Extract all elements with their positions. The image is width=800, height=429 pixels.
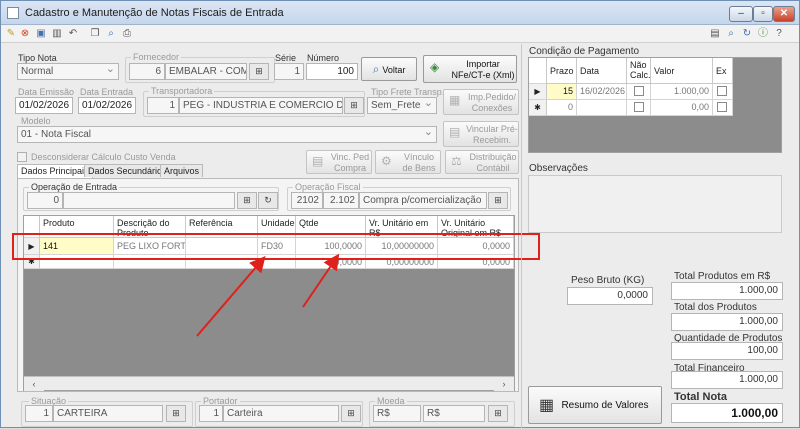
quantidade-produtos-field: 100,00 [671, 342, 783, 360]
pagamento-grid: Prazo Data Não Calc. Valor Ex ▶ 15 16/02… [528, 57, 782, 153]
cell-nao-calc [627, 84, 651, 100]
total-produtos-rs-field: 1.000,00 [671, 282, 783, 300]
total-financeiro-field: 1.000,00 [671, 371, 783, 389]
col-header-nao-calc[interactable]: Não Calc. [627, 58, 651, 84]
main-window: Cadastro e Manutenção de Notas Fiscais d… [0, 0, 800, 428]
cell-ex [713, 84, 733, 100]
arrow-to-unidade [196, 255, 266, 337]
pag-row-current-icon: ▶ [529, 84, 547, 100]
peso-bruto-label: Peso Bruto (KG) [571, 275, 645, 286]
col-header-data[interactable]: Data [577, 58, 627, 84]
total-dos-produtos-field: 1.000,00 [671, 313, 783, 331]
cell-ex [713, 100, 733, 116]
panel-divider [521, 44, 522, 428]
nao-calc-checkbox[interactable] [634, 102, 644, 112]
ex-checkbox[interactable] [717, 86, 727, 96]
col-header-prazo[interactable]: Prazo [547, 58, 577, 84]
cell-prazo[interactable]: 15 [547, 84, 577, 100]
resumo-valores-button[interactable]: ▦ Resumo de Valores [528, 386, 662, 424]
resumo-label: Resumo de Valores [561, 400, 649, 411]
ex-checkbox[interactable] [717, 102, 727, 112]
total-nota-label: Total Nota [674, 391, 727, 403]
total-nota-field: 1.000,00 [671, 403, 783, 423]
arrow-to-qtde [302, 253, 340, 308]
table-icon: ▦ [539, 397, 555, 414]
cell-prazo[interactable]: 0 [547, 100, 577, 116]
cell-nao-calc [627, 100, 651, 116]
peso-bruto-field: 0,0000 [567, 287, 653, 305]
pagamento-title: Condição de Pagamento [529, 46, 640, 57]
cell-valor[interactable]: 0,00 [651, 100, 713, 116]
pag-row-new-icon: ✱ [529, 100, 547, 116]
observacoes-label: Observações [529, 163, 588, 174]
total-produtos-rs-label: Total Produtos em R$ [674, 271, 771, 282]
observacoes-textarea[interactable] [528, 175, 782, 233]
total-dos-produtos-label: Total dos Produtos [674, 302, 757, 313]
col-header-valor[interactable]: Valor [651, 58, 713, 84]
cell-data[interactable] [577, 100, 627, 116]
cell-valor[interactable]: 1.000,00 [651, 84, 713, 100]
pag-grid-corner [529, 58, 547, 84]
nao-calc-checkbox[interactable] [634, 86, 644, 96]
cell-data[interactable]: 16/02/2026 [577, 84, 627, 100]
col-header-ex[interactable]: Ex [713, 58, 733, 84]
